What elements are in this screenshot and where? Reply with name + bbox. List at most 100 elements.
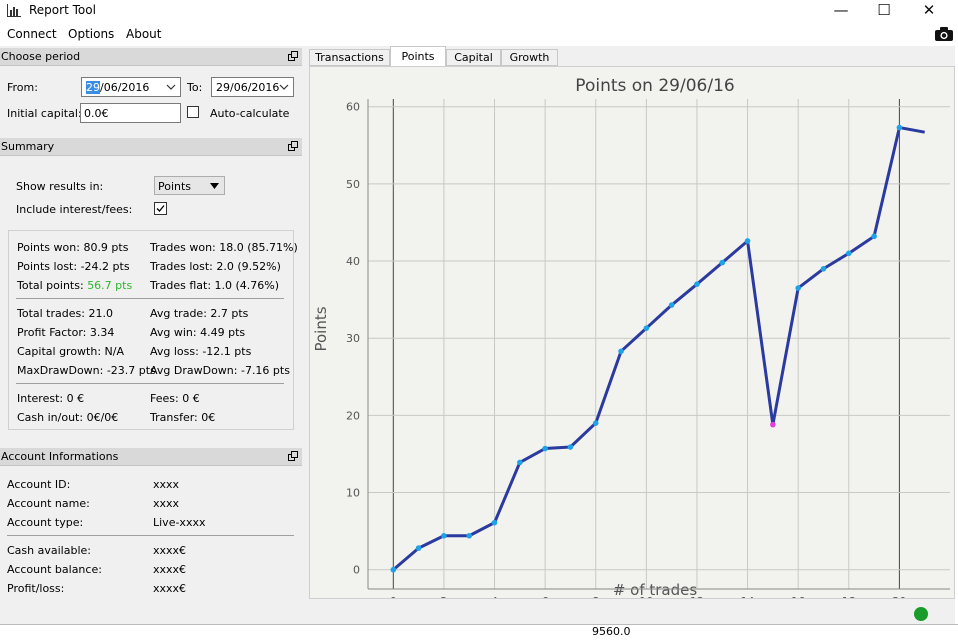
tab-points[interactable]: Points: [390, 46, 446, 67]
data-point: [744, 238, 751, 244]
x-tick-label: 2: [440, 595, 447, 598]
choose-period-header: Choose period: [0, 48, 302, 66]
from-date-rest: /06/2016: [100, 81, 150, 94]
include-interest-checkbox[interactable]: [154, 202, 167, 215]
trades-won: Trades won: 18.0 (85.71%): [150, 241, 298, 254]
initial-capital-value: 0.0€: [84, 107, 109, 120]
auto-calculate-checkbox[interactable]: [187, 106, 199, 118]
menu-options[interactable]: Options: [68, 27, 114, 41]
data-point: [845, 250, 852, 257]
data-point: [795, 285, 801, 291]
y-axis-label: Points: [312, 306, 330, 351]
choose-period-title: Choose period: [1, 50, 81, 63]
tab-capital[interactable]: Capital: [446, 49, 501, 66]
data-point: [820, 265, 827, 272]
minimize-button[interactable]: —: [818, 0, 864, 22]
x-tick-label: 14: [741, 595, 755, 598]
x-tick-label: 6: [542, 595, 549, 598]
close-button[interactable]: ✕: [906, 0, 952, 22]
initial-capital-input[interactable]: 0.0€: [80, 103, 181, 123]
float-panel-icon[interactable]: [288, 451, 298, 461]
show-results-select[interactable]: Points: [154, 176, 225, 195]
cash-available-label: Cash available:: [7, 544, 91, 557]
checkmark-icon: [156, 205, 165, 212]
account-balance-value: xxxx€: [153, 563, 187, 576]
auto-calculate-label: Auto-calculate: [210, 107, 290, 120]
avg-loss: Avg loss: -12.1 pts: [150, 345, 252, 358]
chart-frame: Points on 29/06/16 Points # of trades 02…: [309, 66, 955, 599]
menu-bar: Connect Options About: [0, 22, 958, 46]
avg-win: Avg win: 4.49 pts: [150, 326, 246, 339]
to-date-value: 29/06/2016: [216, 81, 280, 94]
x-tick-label: 20: [892, 595, 906, 598]
account-balance-label: Account balance:: [7, 563, 102, 576]
menu-about[interactable]: About: [126, 27, 161, 41]
data-point: [668, 302, 675, 308]
data-point: [694, 281, 700, 287]
total-points-label: Total points:: [17, 279, 84, 292]
chevron-down-icon: [166, 84, 176, 90]
app-chart-icon: [7, 4, 21, 17]
x-tick-label: 0: [390, 595, 397, 598]
data-point: [390, 566, 397, 573]
profit-loss-label: Profit/loss:: [7, 582, 65, 595]
menu-connect[interactable]: Connect: [7, 27, 57, 41]
max-drawdown: MaxDrawDown: -23.7 pts: [17, 364, 156, 377]
include-interest-label: Include interest/fees:: [16, 203, 133, 216]
y-tick-label: 40: [346, 255, 360, 268]
data-point: [542, 445, 548, 452]
tab-growth[interactable]: Growth: [501, 49, 558, 66]
account-name-value: xxxx: [153, 497, 180, 510]
data-point: [415, 545, 422, 551]
background-price-label: 9560.0: [592, 625, 631, 638]
float-panel-icon[interactable]: [288, 141, 298, 151]
losing-trade-point: [770, 421, 776, 428]
window-title: Report Tool: [29, 3, 96, 17]
points-chart: Points on 29/06/16 Points # of trades 02…: [310, 67, 954, 598]
data-point: [441, 532, 447, 539]
data-point: [871, 233, 877, 240]
data-point: [517, 459, 523, 466]
background-window-strip: 9560.0: [0, 624, 958, 640]
account-info-title: Account Informations: [1, 450, 119, 463]
camera-icon[interactable]: [935, 27, 953, 41]
transfer: Transfer: 0€: [150, 411, 216, 424]
account-info-header: Account Informations: [0, 448, 302, 466]
x-tick-label: 16: [791, 595, 805, 598]
summary-header: Summary: [0, 138, 302, 156]
x-tick-label: 18: [842, 595, 856, 598]
trades-flat: Trades flat: 1.0 (4.76%): [150, 279, 280, 292]
trades-lost: Trades lost: 2.0 (9.52%): [150, 260, 281, 273]
cash-available-value: xxxx€: [153, 544, 187, 557]
connection-status-indicator: [914, 607, 928, 621]
account-name-label: Account name:: [7, 497, 90, 510]
tab-transactions[interactable]: Transactions: [309, 49, 390, 66]
float-panel-icon[interactable]: [288, 51, 298, 61]
to-date-picker[interactable]: 29/06/2016: [211, 77, 294, 97]
account-type-label: Account type:: [7, 516, 84, 529]
maximize-button[interactable]: ☐: [861, 0, 907, 22]
points-lost: Points lost: -24.2 pts: [17, 260, 130, 273]
to-label: To:: [187, 81, 203, 94]
y-tick-label: 60: [346, 101, 360, 114]
avg-drawdown: Avg DrawDown: -7.16 pts: [150, 364, 290, 377]
account-id-value: xxxx: [153, 478, 180, 491]
total-points-value: 56.7 pts: [87, 279, 133, 292]
show-results-value: Points: [158, 180, 192, 193]
plot-area: [368, 99, 950, 589]
y-tick-label: 0: [353, 564, 360, 577]
avg-trade: Avg trade: 2.7 pts: [150, 307, 249, 320]
account-type-value: Live-xxxx: [153, 516, 206, 529]
data-point: [466, 532, 473, 539]
divider: [16, 298, 284, 299]
profit-factor: Profit Factor: 3.34: [17, 326, 115, 339]
from-date-picker[interactable]: 29/06/2016: [81, 77, 181, 97]
interest: Interest: 0 €: [17, 392, 85, 405]
show-results-label: Show results in:: [16, 180, 104, 193]
y-tick-label: 10: [346, 487, 360, 500]
y-tick-label: 20: [346, 409, 360, 422]
cash-in-out: Cash in/out: 0€/0€: [17, 411, 119, 424]
data-point: [491, 519, 498, 526]
profit-loss-value: xxxx€: [153, 582, 187, 595]
x-tick-label: 12: [690, 595, 704, 598]
